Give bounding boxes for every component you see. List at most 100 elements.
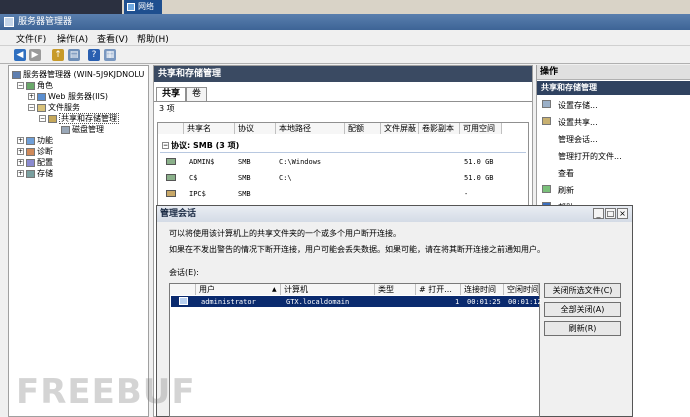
tree-roles[interactable]: − 角色 — [17, 80, 53, 91]
dialog-title: 管理会话 — [160, 209, 197, 219]
expand-icon[interactable]: + — [17, 170, 24, 177]
close-icon[interactable]: × — [617, 208, 628, 219]
share-name: IPC$ — [189, 190, 206, 198]
column-header-protocol[interactable]: 协议 — [235, 123, 276, 134]
action-provision-share[interactable]: 设置共享... — [558, 117, 598, 128]
sessions-label: 会话(E): — [169, 268, 199, 277]
share-path: C:\Windows — [279, 158, 322, 166]
tree-file-services[interactable]: − 文件服务 — [28, 102, 80, 113]
table-row[interactable]: ADMIN$ SMB C:\Windows 51.0 GB — [158, 155, 528, 169]
session-open-files: 1 — [455, 298, 460, 306]
action-manage-open-files[interactable]: 管理打开的文件... — [558, 151, 622, 162]
session-row-selected[interactable]: administrator GTX.localdomain 1 00:01:25… — [171, 296, 542, 307]
close-selected-files-button[interactable]: 关闭所选文件(C) — [544, 283, 621, 298]
share-free-space: 51.0 GB — [464, 174, 494, 182]
session-idle-time: 00:01:12 — [508, 298, 542, 306]
action-view[interactable]: 查看 — [558, 168, 574, 179]
column-header-shadow-copy[interactable]: 卷影副本 — [419, 123, 460, 134]
menu-bar: 文件(F) 操作(A) 查看(V) 帮助(H) — [0, 30, 690, 46]
taskbar-left-area — [0, 0, 122, 14]
freebuf-watermark: FREEBUF — [16, 372, 196, 412]
share-list: 共享名 协议 本地路径 配额 文件屏蔽 卷影副本 可用空间 − 协议: SMB (… — [157, 122, 529, 214]
refresh-button[interactable]: 刷新(R) — [544, 321, 621, 336]
column-header-computer[interactable]: 计算机 — [281, 284, 375, 295]
column-header-share-name[interactable]: 共享名 — [184, 123, 235, 134]
up-folder-icon[interactable]: ↑ — [52, 49, 64, 61]
back-icon[interactable]: ◀ — [14, 49, 26, 61]
share-name: C$ — [189, 174, 198, 182]
tree-features[interactable]: + 功能 — [17, 135, 53, 146]
server-icon — [12, 70, 21, 79]
session-computer: GTX.localdomain — [286, 298, 350, 306]
share-free-space: 51.0 GB — [464, 158, 494, 166]
column-header-open-files[interactable]: # 打开... — [416, 284, 461, 295]
share-protocol: SMB — [238, 174, 251, 182]
forward-icon[interactable]: ▶ — [29, 49, 41, 61]
diagnostics-icon — [26, 147, 35, 156]
manage-sessions-dialog: 管理会话 _ □ × 可以将使用该计算机上的共享文件夹的一个或多个用户断开连接。… — [156, 205, 633, 417]
column-header-user[interactable]: 用户 ▲ — [196, 284, 281, 295]
expand-icon[interactable]: + — [17, 148, 24, 155]
panel-title: 共享和存储管理 — [154, 66, 532, 82]
storage-icon — [26, 169, 35, 178]
close-all-button[interactable]: 全部关闭(A) — [544, 302, 621, 317]
dialog-description-1: 可以将使用该计算机上的共享文件夹的一个或多个用户断开连接。 — [169, 229, 401, 238]
table-row[interactable]: IPC$ SMB - — [158, 187, 528, 201]
help-icon[interactable]: ? — [88, 49, 100, 61]
provision-storage-icon — [542, 100, 551, 108]
dialog-titlebar: 管理会话 — [157, 206, 632, 222]
column-header-file-screen[interactable]: 文件屏蔽 — [381, 123, 419, 134]
column-header-local-path[interactable]: 本地路径 — [276, 123, 345, 134]
tree-share-storage[interactable]: − 共享和存储管理 — [39, 113, 119, 124]
taskbar-network-label: 网络 — [138, 2, 154, 11]
menu-help[interactable]: 帮助(H) — [137, 32, 169, 45]
refresh-icon — [542, 185, 551, 193]
tree-storage[interactable]: + 存储 — [17, 168, 53, 179]
disk-icon — [61, 125, 70, 134]
tab-divider — [154, 101, 532, 102]
column-header-quota[interactable]: 配额 — [345, 123, 381, 134]
menu-action[interactable]: 操作(A) — [57, 32, 88, 45]
action-provision-storage[interactable]: 设置存储... — [558, 100, 598, 111]
sessions-list[interactable]: 用户 ▲ 计算机 类型 # 打开... 连接时间 空闲时间 administrat… — [169, 283, 542, 417]
table-row[interactable]: C$ SMB C:\ 51.0 GB — [158, 171, 528, 185]
menu-view[interactable]: 查看(V) — [97, 32, 128, 45]
column-header-type[interactable]: 类型 — [375, 284, 416, 295]
actions-header: 操作 — [537, 65, 690, 80]
expand-icon[interactable]: + — [17, 159, 24, 166]
tree-diagnostics[interactable]: + 诊断 — [17, 146, 53, 157]
expand-icon[interactable]: + — [17, 137, 24, 144]
actions-section-header[interactable]: 共享和存储管理 — [537, 81, 690, 95]
tab-shares[interactable]: 共享 — [156, 87, 187, 101]
tree-root[interactable]: 服务器管理器 (WIN-5J9KJDNOLU — [12, 69, 144, 80]
tab-volumes[interactable]: 卷 — [186, 87, 208, 101]
column-header-connected-time[interactable]: 连接时间 — [461, 284, 504, 295]
collapse-icon[interactable]: − — [17, 82, 24, 89]
group-header[interactable]: − 协议: SMB (3 项) — [162, 140, 239, 151]
tree-web-server[interactable]: + Web 服务器(IIS) — [28, 91, 108, 102]
group-divider — [160, 152, 526, 153]
maximize-icon[interactable]: □ — [605, 208, 616, 219]
column-header-blank[interactable] — [158, 123, 184, 134]
column-header-free-space[interactable]: 可用空间 — [460, 123, 502, 134]
dialog-description-2: 如果在不发出警告的情况下断开连接，用户可能会丢失数据。如果可能，请在将其断开连接… — [169, 245, 545, 254]
tree-disk-management[interactable]: 磁盘管理 — [61, 124, 104, 135]
session-user: administrator — [201, 298, 256, 306]
properties-icon[interactable]: ▦ — [104, 49, 116, 61]
show-hide-tree-icon[interactable]: ▤ — [68, 49, 80, 61]
action-refresh[interactable]: 刷新 — [558, 185, 574, 196]
share-free-space: - — [464, 190, 469, 198]
collapse-icon[interactable]: − — [162, 142, 169, 149]
server-manager-icon — [4, 17, 14, 27]
sort-asc-icon: ▲ — [272, 286, 277, 293]
taskbar-network-item[interactable]: 网络 — [124, 0, 162, 14]
column-header-idle-time[interactable]: 空闲时间 — [504, 284, 539, 295]
expand-icon[interactable]: + — [28, 93, 35, 100]
minimize-icon[interactable]: _ — [593, 208, 604, 219]
action-manage-sessions[interactable]: 管理会话... — [558, 134, 598, 145]
tree-configuration[interactable]: + 配置 — [17, 157, 53, 168]
collapse-icon[interactable]: − — [28, 104, 35, 111]
column-header-blank[interactable] — [170, 284, 196, 295]
menu-file[interactable]: 文件(F) — [16, 32, 46, 45]
collapse-icon[interactable]: − — [39, 115, 46, 122]
